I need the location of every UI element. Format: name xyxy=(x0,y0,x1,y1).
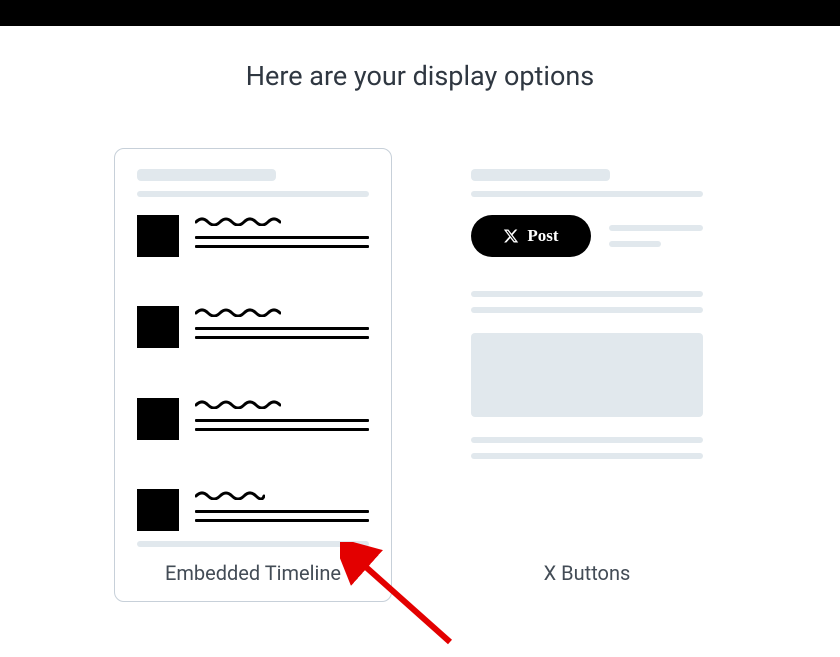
squiggle-icon xyxy=(195,400,281,409)
mid-placeholder xyxy=(471,291,703,313)
placeholder-bar xyxy=(471,191,703,197)
display-options-row: Embedded Timeline Post xyxy=(0,148,840,602)
image-placeholder xyxy=(471,333,703,417)
placeholder-bar xyxy=(195,336,369,339)
placeholder-bar xyxy=(471,169,610,181)
text-placeholder xyxy=(195,398,369,437)
squiggle-icon xyxy=(195,491,265,500)
placeholder-bar xyxy=(471,453,703,459)
text-placeholder xyxy=(195,489,369,528)
avatar-placeholder xyxy=(137,398,179,440)
placeholder-bar xyxy=(195,245,369,248)
placeholder-bar xyxy=(471,437,703,443)
xbuttons-row: Post xyxy=(471,215,703,257)
placeholder-bar xyxy=(195,428,369,431)
list-item xyxy=(137,489,369,531)
top-bar xyxy=(0,0,840,26)
avatar-placeholder xyxy=(137,215,179,257)
placeholder-bar xyxy=(609,241,661,247)
placeholder-bar xyxy=(471,291,703,297)
avatar-placeholder xyxy=(137,306,179,348)
option-embedded-timeline[interactable]: Embedded Timeline xyxy=(114,148,392,602)
option-x-buttons[interactable]: Post X Buttons xyxy=(448,148,726,602)
text-placeholder xyxy=(195,306,369,345)
list-item xyxy=(137,215,369,257)
option-label: X Buttons xyxy=(471,561,703,585)
x-logo-icon xyxy=(503,228,519,244)
placeholder-bar xyxy=(137,191,369,197)
bottom-placeholder xyxy=(471,437,703,459)
page-title: Here are your display options xyxy=(0,60,840,92)
side-placeholder xyxy=(609,225,703,247)
placeholder-bar xyxy=(195,519,369,522)
xbuttons-preview: Post xyxy=(471,215,703,547)
list-item xyxy=(137,398,369,440)
avatar-placeholder xyxy=(137,489,179,531)
placeholder-bar xyxy=(195,419,369,422)
squiggle-icon xyxy=(195,217,281,226)
placeholder-bar xyxy=(137,541,369,547)
placeholder-bar xyxy=(137,169,276,181)
post-button-label: Post xyxy=(527,226,558,246)
timeline-preview xyxy=(137,215,369,531)
placeholder-bar xyxy=(195,236,369,239)
text-placeholder xyxy=(195,215,369,254)
list-item xyxy=(137,306,369,348)
placeholder-bar xyxy=(471,307,703,313)
squiggle-icon xyxy=(195,308,281,317)
placeholder-bar xyxy=(195,510,369,513)
post-button: Post xyxy=(471,215,591,257)
option-label: Embedded Timeline xyxy=(137,561,369,585)
placeholder-bar xyxy=(195,327,369,330)
placeholder-bar xyxy=(609,225,703,231)
